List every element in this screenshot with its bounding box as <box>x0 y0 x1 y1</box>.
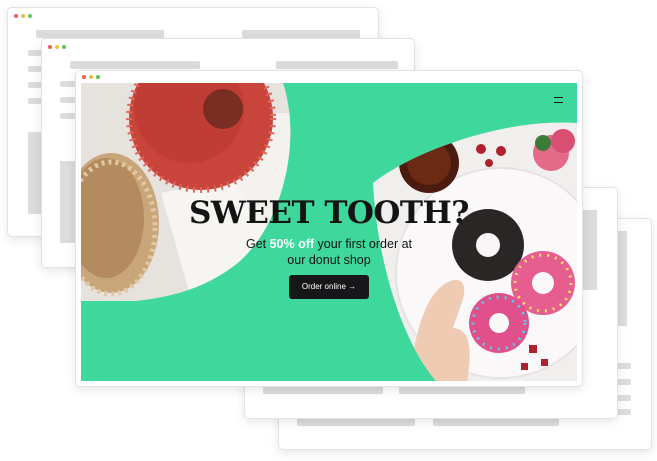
hero-subtitle: Get 50% off your first order at our donut… <box>229 236 429 268</box>
hero-headline: SWEET TOOTH? <box>189 195 469 231</box>
close-dot[interactable] <box>82 75 86 79</box>
subtitle-line1-rest: your first order at <box>314 237 413 251</box>
window-controls <box>14 14 32 18</box>
hamburger-menu-icon[interactable] <box>554 97 563 103</box>
subtitle-prefix: Get <box>245 237 270 251</box>
hero-artwork <box>81 83 577 381</box>
minimize-dot[interactable] <box>89 75 93 79</box>
order-online-button[interactable]: Order online → <box>289 275 369 299</box>
maximize-dot[interactable] <box>96 75 100 79</box>
window-controls <box>82 75 100 79</box>
subtitle-line2: our donut shop <box>287 253 371 267</box>
discount-highlight: 50% off <box>269 237 315 251</box>
browser-window: SWEET TOOTH? Get 50% off your first orde… <box>75 70 583 387</box>
window-controls <box>48 45 66 49</box>
hero-banner: SWEET TOOTH? Get 50% off your first orde… <box>81 83 577 381</box>
